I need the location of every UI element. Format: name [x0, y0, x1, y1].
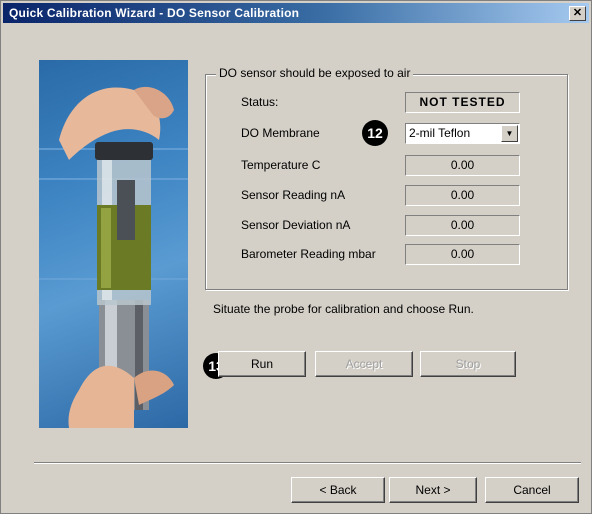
status-label: Status: [241, 95, 279, 109]
back-button[interactable]: < Back [291, 477, 385, 503]
window-title: Quick Calibration Wizard - DO Sensor Cal… [9, 6, 300, 20]
cancel-button[interactable]: Cancel [485, 477, 579, 503]
membrane-label: DO Membrane [241, 126, 320, 140]
close-icon[interactable]: ✕ [569, 6, 586, 21]
temperature-label: Temperature C [241, 158, 321, 172]
instruction-text: Situate the probe for calibration and ch… [213, 302, 474, 316]
barometer-reading-value: 0.00 [405, 244, 520, 265]
footer-separator [34, 462, 581, 464]
membrane-select[interactable]: 2-mil Teflon ▼ [405, 123, 520, 144]
group-title: DO sensor should be exposed to air [216, 66, 414, 80]
temperature-value: 0.00 [405, 155, 520, 176]
callout-badge-membrane: 12 [362, 120, 388, 146]
probe-photo [39, 60, 188, 428]
stop-button[interactable]: Stop [420, 351, 516, 377]
next-button[interactable]: Next > [389, 477, 477, 503]
sensor-reading-label: Sensor Reading nA [241, 188, 346, 202]
accept-button[interactable]: Accept [315, 351, 413, 377]
sensor-deviation-label: Sensor Deviation nA [241, 218, 351, 232]
chevron-down-icon[interactable]: ▼ [501, 125, 518, 142]
membrane-selected-value: 2-mil Teflon [409, 126, 471, 140]
probe-illustration [39, 86, 188, 428]
sensor-deviation-value: 0.00 [405, 215, 520, 236]
run-button[interactable]: Run [218, 351, 306, 377]
status-value: NOT TESTED [405, 92, 520, 113]
sensor-reading-value: 0.00 [405, 185, 520, 206]
barometer-reading-label: Barometer Reading mbar [241, 247, 376, 261]
title-bar[interactable]: Quick Calibration Wizard - DO Sensor Cal… [3, 3, 589, 23]
